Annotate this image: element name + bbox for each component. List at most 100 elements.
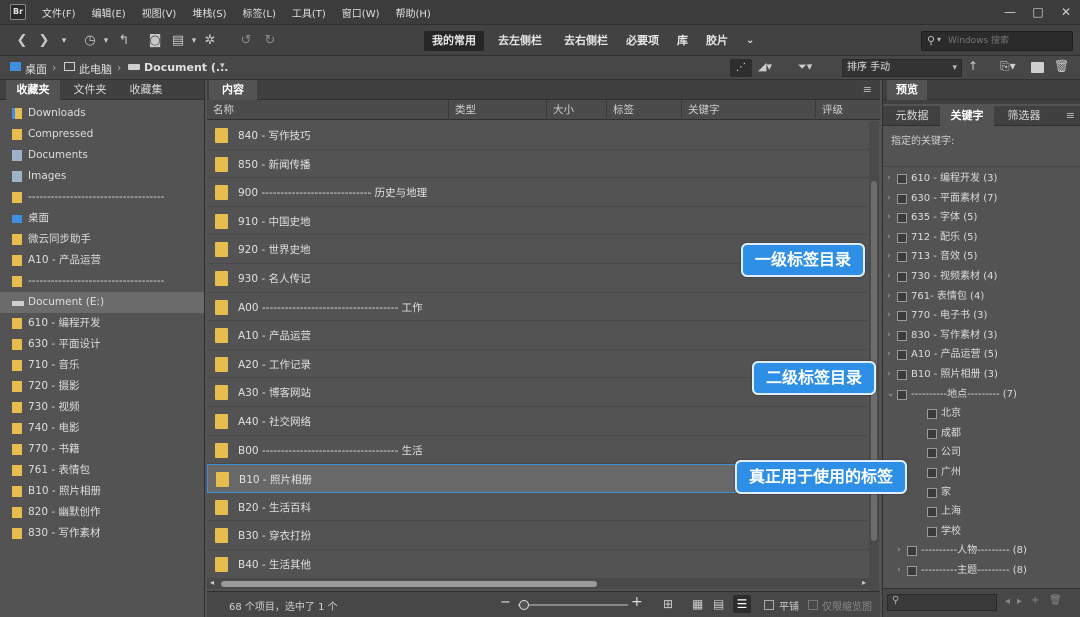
keyword-row[interactable]: › 610 - 编程开发 (3) <box>883 169 1080 189</box>
chevron-right-icon[interactable]: › <box>887 189 891 209</box>
filter-icon[interactable]: ⏷▾ <box>798 60 812 74</box>
content-row[interactable]: A10 - 产品运营 <box>207 321 869 350</box>
chevron-down-icon[interactable]: ⌄ <box>887 385 895 405</box>
panel-menu-icon[interactable]: ≡ <box>863 83 872 96</box>
content-row[interactable]: 910 - 中国史地 <box>207 207 869 236</box>
favorite-item[interactable]: ------------------------------------ <box>0 271 204 292</box>
zoom-slider-track[interactable] <box>518 604 628 606</box>
keyword-checkbox[interactable] <box>897 232 907 243</box>
chevron-right-icon[interactable]: › <box>887 247 891 267</box>
column-type[interactable]: 类型 <box>449 100 547 120</box>
chevron-down-icon[interactable]: ▾ <box>937 35 941 44</box>
refine-icon[interactable]: ▤ <box>170 33 186 49</box>
keyword-checkbox[interactable] <box>897 350 907 361</box>
chevron-right-icon[interactable]: › <box>887 267 891 287</box>
favorite-item[interactable]: 630 - 平面设计 <box>0 334 204 355</box>
keyword-row[interactable]: › 713 - 音效 (5) <box>883 247 1080 267</box>
tab-filter[interactable]: 筛选器 <box>997 106 1051 126</box>
rotate-right-icon[interactable]: ↻ <box>262 33 278 49</box>
keyword-checkbox[interactable] <box>897 330 907 341</box>
tab-favorites[interactable]: 收藏夹 <box>6 80 60 100</box>
chevron-right-icon[interactable]: › <box>887 326 891 346</box>
workspace-left-sidebar[interactable]: 去左侧栏 <box>490 31 550 51</box>
keyword-row[interactable]: 家 <box>883 483 1080 503</box>
workspace-filmstrip[interactable]: 胶片 <box>698 31 736 51</box>
detail-view-icon[interactable]: ▤ <box>713 597 724 611</box>
panel-divider[interactable] <box>883 100 1080 104</box>
favorite-item[interactable]: Images <box>0 166 204 187</box>
keyword-row[interactable]: 广州 <box>883 463 1080 483</box>
keyword-row[interactable]: › 730 - 视频素材 (4) <box>883 267 1080 287</box>
tab-collections[interactable]: 收藏集 <box>118 80 174 100</box>
delete-keyword-icon[interactable]: 🗑 <box>1049 595 1062 606</box>
keyword-checkbox[interactable] <box>927 487 937 498</box>
favorite-item[interactable]: Downloads <box>0 103 204 124</box>
chevron-right-icon[interactable]: › <box>887 228 891 248</box>
content-row[interactable]: A40 - 社交网络 <box>207 407 869 436</box>
keyword-checkbox[interactable] <box>897 389 907 400</box>
chevron-right-icon[interactable]: › <box>887 365 891 385</box>
column-size[interactable]: 大小 <box>547 100 607 120</box>
tab-preview[interactable]: 预览 <box>887 80 927 100</box>
thumbnail-view-icon[interactable]: ▦ <box>692 597 703 611</box>
content-row[interactable]: A00 ------------------------------------… <box>207 293 869 322</box>
keyword-checkbox[interactable] <box>897 193 907 204</box>
menu-file[interactable]: 文件(F) <box>34 5 84 20</box>
menu-stack[interactable]: 堆栈(S) <box>184 5 234 20</box>
keyword-checkbox[interactable] <box>907 566 917 576</box>
rotate-left-icon[interactable]: ↺ <box>238 33 254 49</box>
breadcrumb-this-pc[interactable]: 此电脑 <box>79 61 112 77</box>
keyword-row[interactable]: › 630 - 平面素材 (7) <box>883 189 1080 209</box>
chevron-down-icon[interactable]: ▾ <box>186 33 202 49</box>
chevron-right-icon[interactable]: › <box>887 208 891 228</box>
trash-icon[interactable]: 🗑 <box>1054 59 1069 73</box>
tab-metadata[interactable]: 元数据 <box>889 106 935 126</box>
keyword-row[interactable]: › 830 - 写作素材 (3) <box>883 326 1080 346</box>
chevron-right-icon[interactable]: › <box>887 287 891 307</box>
menu-tools[interactable]: 工具(T) <box>284 5 334 20</box>
chevron-right-icon[interactable]: › <box>887 306 891 326</box>
favorite-item[interactable]: Document (E:) <box>0 292 204 313</box>
tile-checkbox[interactable] <box>764 600 774 610</box>
recent-icon[interactable]: ◷ <box>82 33 98 49</box>
zoom-out-icon[interactable]: − <box>500 595 511 610</box>
keyword-row[interactable]: › 770 - 电子书 (3) <box>883 306 1080 326</box>
rating-filter-icon[interactable]: ◢▾ <box>758 60 772 73</box>
favorite-item[interactable]: 830 - 写作素材 <box>0 523 204 544</box>
chevron-right-icon[interactable]: › <box>897 541 901 561</box>
keyword-checkbox[interactable] <box>897 174 907 184</box>
panel-menu-icon[interactable]: ≡ <box>1066 109 1075 122</box>
keyword-row[interactable]: › 761- 表情包 (4) <box>883 287 1080 307</box>
close-icon[interactable]: ✕ <box>1052 0 1080 24</box>
favorite-item[interactable]: 740 - 电影 <box>0 418 204 439</box>
workspace-my-favorites[interactable]: 我的常用 <box>424 31 484 51</box>
keyword-row[interactable]: 上海 <box>883 502 1080 522</box>
favorite-item[interactable]: 761 - 表情包 <box>0 460 204 481</box>
breadcrumb-document[interactable]: Document (... <box>144 61 228 74</box>
return-icon[interactable]: ↰ <box>116 33 132 49</box>
keyword-checkbox[interactable] <box>897 291 907 302</box>
menu-view[interactable]: 视图(V) <box>134 5 185 20</box>
chevron-down-icon[interactable]: ▾ <box>98 33 114 49</box>
tab-keywords[interactable]: 关键字 <box>940 106 994 126</box>
tab-content[interactable]: 内容 <box>209 80 257 100</box>
breadcrumb-desktop[interactable]: 桌面 <box>25 61 47 77</box>
menu-help[interactable]: 帮助(H) <box>388 5 439 20</box>
content-row[interactable]: B20 - 生活百科 <box>207 493 869 522</box>
favorite-item[interactable]: 770 - 书籍 <box>0 439 204 460</box>
search-input[interactable] <box>948 34 1068 48</box>
forward-icon[interactable]: ❯ <box>36 33 52 49</box>
search-box[interactable]: ⚲ ▾ <box>921 31 1073 51</box>
workspace-more-icon[interactable]: ⌄ <box>738 31 762 51</box>
content-row[interactable]: B30 - 穿衣打扮 <box>207 521 869 550</box>
new-folder-icon[interactable] <box>1031 62 1044 73</box>
sync-icon[interactable]: ✲ <box>202 33 218 49</box>
favorite-item[interactable]: 微云同步助手 <box>0 229 204 250</box>
previous-icon[interactable]: ◂ <box>1005 596 1010 607</box>
keyword-checkbox[interactable] <box>907 546 917 557</box>
favorite-item[interactable]: 桌面 <box>0 208 204 229</box>
scroll-left-icon[interactable]: ◂ <box>210 578 214 587</box>
keyword-row[interactable]: › 635 - 字体 (5) <box>883 208 1080 228</box>
grid-view-icon[interactable]: ⊞ <box>663 597 673 611</box>
keyword-checkbox[interactable] <box>897 252 907 263</box>
